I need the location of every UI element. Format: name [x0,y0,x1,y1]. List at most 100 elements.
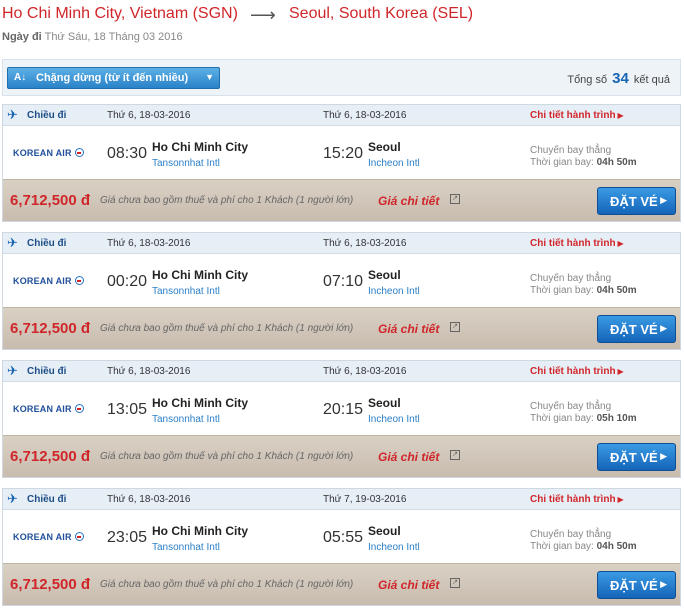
departure-date: Thứ 6, 18-03-2016 [107,110,191,121]
flight-card: ✈ Chiều đi Thứ 6, 18-03-2016 Thứ 6, 18-0… [2,360,681,478]
departure-date: Thứ 6, 18-03-2016 [107,366,191,377]
external-link-icon[interactable]: ↗ [450,450,460,460]
total-prefix: Tổng số [567,74,608,86]
route-arrow-icon: ⟶ [250,5,276,25]
price-note: Giá chưa bao gồm thuế và phí cho 1 Khách… [100,451,354,462]
departure-airport: Tansonnhat Intl [152,286,220,297]
caret-right-icon: ▶ [617,239,624,248]
departure-airport: Tansonnhat Intl [152,542,220,553]
book-button[interactable]: ĐẶT VÉ ▶ [597,315,676,343]
airline-logo: KOREAN AIR [13,532,84,542]
duration-label: Thời gian bay: [530,157,594,168]
external-link-icon[interactable]: ↗ [450,578,460,588]
flight-duration: Thời gian bay: 05h 10m [530,413,637,424]
arrival-city: Seoul [368,140,401,154]
duration-label: Thời gian bay: [530,285,594,296]
direction-label: Chiều đi [27,366,67,377]
arrival-time: 15:20 [323,145,364,162]
departure-date: Thứ 6, 18-03-2016 [107,494,191,505]
caret-right-icon: ▶ [660,323,667,333]
arrival-time: 05:55 [323,529,364,546]
book-button[interactable]: ĐẶT VÉ ▶ [597,187,676,215]
price-detail-link[interactable]: Giá chi tiết [378,578,439,592]
caret-right-icon: ▶ [660,579,667,589]
flight-type: Chuyến bay thẳng [530,273,612,284]
flight-card-body: KOREAN AIR 08:30 Ho Chi Minh City Tanson… [3,126,680,179]
route-destination: Seoul, South Korea (SEL) [289,5,474,22]
departure-city: Ho Chi Minh City [152,524,248,538]
korean-air-emblem-icon [74,532,84,541]
price-detail-link[interactable]: Giá chi tiết [378,194,439,208]
airline-name: KOREAN AIR [13,532,72,542]
arrival-airport: Incheon Intl [368,158,420,169]
flight-card: ✈ Chiều đi Thứ 6, 18-03-2016 Thứ 7, 19-0… [2,488,681,606]
external-link-icon[interactable]: ↗ [450,194,460,204]
duration-value: 04h 50m [596,285,637,296]
airline-logo: KOREAN AIR [13,404,84,414]
plane-icon: ✈ [7,363,18,378]
flight-card-body: KOREAN AIR 13:05 Ho Chi Minh City Tanson… [3,382,680,435]
price: 6,712,500 đ [10,192,91,209]
book-button[interactable]: ĐẶT VÉ ▶ [597,443,676,471]
total-results: Tổng số 34 kết quả [567,70,670,87]
external-link-icon[interactable]: ↗ [450,322,460,332]
flight-card-body: KOREAN AIR 00:20 Ho Chi Minh City Tanson… [3,254,680,307]
departure-time: 00:20 [107,273,148,290]
flight-card: ✈ Chiều đi Thứ 6, 18-03-2016 Thứ 6, 18-0… [2,104,681,222]
flight-card-footer: 6,712,500 đ Giá chưa bao gồm thuế và phí… [3,435,680,477]
arrival-time: 20:15 [323,401,364,418]
arrival-airport: Incheon Intl [368,542,420,553]
departure-date-value: Thứ Sáu, 18 Tháng 03 2016 [44,31,183,43]
caret-right-icon: ▶ [617,111,624,120]
itinerary-detail-label: Chi tiết hành trình [530,110,616,121]
itinerary-detail-link[interactable]: Chi tiết hành trình ▶ [530,366,624,377]
flight-card-header: ✈ Chiều đi Thứ 6, 18-03-2016 Thứ 7, 19-0… [3,489,680,510]
results-toolbar: A↓ Chặng dừng (từ ít đến nhiều) ▼ Tổng s… [2,59,681,96]
itinerary-detail-link[interactable]: Chi tiết hành trình ▶ [530,110,624,121]
direction-label: Chiều đi [27,494,67,505]
total-suffix: kết quả [633,74,670,86]
duration-value: 05h 10m [596,413,637,424]
airline-name: KOREAN AIR [13,276,72,286]
korean-air-emblem-icon [74,148,84,157]
price-note: Giá chưa bao gồm thuế và phí cho 1 Khách… [100,579,354,590]
sort-select[interactable]: A↓ Chặng dừng (từ ít đến nhiều) ▼ [7,67,220,89]
arrival-date: Thứ 7, 19-03-2016 [323,494,407,505]
book-button-label: ĐẶT VÉ [610,322,658,337]
arrival-time: 07:10 [323,273,364,290]
duration-value: 04h 50m [596,541,637,552]
departure-time: 13:05 [107,401,148,418]
direction-label: Chiều đi [27,238,67,249]
departure-city: Ho Chi Minh City [152,268,248,282]
book-button-label: ĐẶT VÉ [610,578,658,593]
total-count: 34 [612,70,629,87]
sort-icon: A↓ [14,72,27,83]
departure-city: Ho Chi Minh City [152,140,248,154]
book-button[interactable]: ĐẶT VÉ ▶ [597,571,676,599]
arrival-date: Thứ 6, 18-03-2016 [323,366,407,377]
flight-duration: Thời gian bay: 04h 50m [530,541,637,552]
flight-type: Chuyến bay thẳng [530,529,612,540]
arrival-airport: Incheon Intl [368,414,420,425]
airline-logo: KOREAN AIR [13,276,84,286]
sort-label: Chặng dừng (từ ít đến nhiều) [36,72,189,84]
plane-icon: ✈ [7,235,18,250]
arrival-city: Seoul [368,268,401,282]
price-detail-link[interactable]: Giá chi tiết [378,322,439,336]
flight-card-header: ✈ Chiều đi Thứ 6, 18-03-2016 Thứ 6, 18-0… [3,361,680,382]
itinerary-detail-link[interactable]: Chi tiết hành trình ▶ [530,238,624,249]
itinerary-detail-label: Chi tiết hành trình [530,238,616,249]
arrival-airport: Incheon Intl [368,286,420,297]
departure-city: Ho Chi Minh City [152,396,248,410]
flight-card: ✈ Chiều đi Thứ 6, 18-03-2016 Thứ 6, 18-0… [2,232,681,350]
book-button-label: ĐẶT VÉ [610,450,658,465]
itinerary-detail-link[interactable]: Chi tiết hành trình ▶ [530,494,624,505]
duration-value: 04h 50m [596,157,637,168]
arrival-city: Seoul [368,396,401,410]
price-detail-link[interactable]: Giá chi tiết [378,450,439,464]
caret-right-icon: ▶ [660,451,667,461]
duration-label: Thời gian bay: [530,541,594,552]
caret-right-icon: ▶ [617,367,624,376]
price: 6,712,500 đ [10,576,91,593]
flight-card-footer: 6,712,500 đ Giá chưa bao gồm thuế và phí… [3,179,680,221]
